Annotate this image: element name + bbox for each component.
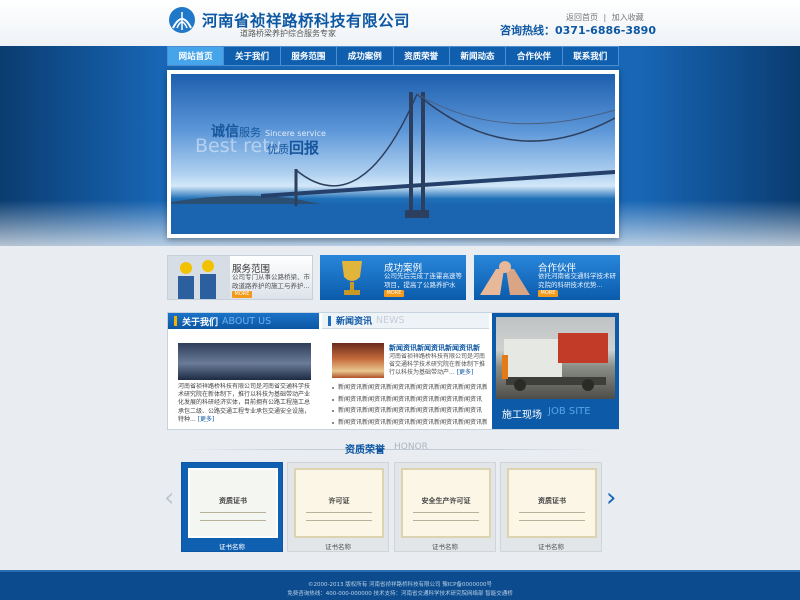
nav-item-cases[interactable]: 成功案例	[337, 47, 394, 65]
about-text: 河南省祯祥路桥科技有限公司是河南省交通科学技术研究院在新体制下，推行以科技为基础…	[178, 383, 311, 423]
news-feature-image[interactable]	[332, 343, 384, 378]
footer-copyright: ©2000-2013 版权所有 河南省祯祥路桥科技有限公司 豫ICP备00000…	[308, 582, 492, 588]
more-button[interactable]: MORE	[232, 291, 252, 298]
cert-line	[306, 512, 372, 513]
carousel-next-arrow-icon[interactable]: ›	[606, 485, 616, 511]
footer: ©2000-2013 版权所有 河南省祯祥路桥科技有限公司 豫ICP备00000…	[0, 570, 800, 600]
cert-line	[200, 520, 266, 521]
cert-doc-title: 安全生产许可证	[421, 497, 471, 505]
cert-label: 证书名称	[219, 543, 245, 551]
honor-cert[interactable]: 资质证书 证书名称	[500, 462, 602, 552]
news-item[interactable]: 新闻资讯新闻资讯新闻资讯新闻资讯新闻资讯新闻资讯新闻	[332, 382, 487, 394]
carousel-prev-arrow-icon[interactable]: ‹	[164, 485, 174, 511]
home-link[interactable]: 返回首页	[566, 13, 598, 22]
more-button[interactable]: MORE	[538, 290, 558, 297]
honor-cert[interactable]: 许可证 证书名称	[287, 462, 389, 552]
promo-services[interactable]: 服务范围 公司专门从事公路桥梁、市政道路养护的施工与养护... MORE	[167, 255, 313, 300]
header: 河南省祯祥路桥科技有限公司 道路桥梁养护综合服务专家 返回首页 | 加入收藏 咨…	[0, 0, 800, 46]
nav-item-home[interactable]: 网站首页	[168, 47, 225, 65]
news-more-link[interactable]: [更多]	[457, 369, 474, 376]
nav-item-news[interactable]: 新闻动态	[450, 47, 507, 65]
nav-item-honor[interactable]: 资质荣誉	[394, 47, 450, 65]
news-item[interactable]: 新闻资讯新闻资讯新闻资讯新闻资讯新闻资讯新闻资讯	[332, 394, 487, 406]
honor-title-en: HONOR	[394, 442, 428, 452]
about-header: 关于我们 ABOUT US	[168, 313, 319, 329]
honor-cert[interactable]: 安全生产许可证 证书名称	[394, 462, 496, 552]
cert-doc-title: 资质证书	[538, 497, 566, 505]
workers-image	[168, 256, 230, 299]
news-title-en: NEWS	[376, 315, 405, 326]
honor-title: 资质荣誉	[345, 445, 385, 456]
honor-cert[interactable]: 资质证书 证书名称	[181, 462, 283, 552]
cert-label: 证书名称	[432, 543, 458, 551]
nav-item-partners[interactable]: 合作伙伴	[506, 47, 563, 65]
hotline: 咨询热线：0371-6886-3890	[500, 24, 656, 37]
paving-machine-image	[502, 333, 608, 391]
cert-line	[519, 512, 585, 513]
job-site-image	[496, 317, 615, 399]
nav-item-contact[interactable]: 联系我们	[563, 47, 618, 65]
promo-desc: 依托河南省交通科学技术研究院的科研技术优势...	[538, 272, 616, 289]
news-feature-text: 河南省祯祥路桥科技有限公司是河南省交通科学技术研究院在新体制下推行以科技为基础带…	[389, 353, 485, 377]
cert-label: 证书名称	[325, 543, 351, 551]
cert-doc-title: 许可证	[328, 497, 350, 505]
promo-cases[interactable]: 成功案例 公司先后完成了连霍高速等项目，提高了公路养护水平... MORE	[320, 255, 466, 300]
about-more-link[interactable]: [更多]	[198, 416, 215, 423]
job-site-title-en: JOB SITE	[548, 406, 591, 417]
about-title[interactable]: 关于我们	[182, 315, 218, 328]
promo-desc: 公司先后完成了连霍高速等项目，提高了公路养护水平...	[384, 272, 462, 289]
news-title[interactable]: 新闻资讯	[336, 314, 372, 327]
link-separator: |	[603, 13, 607, 22]
handshake-icon	[480, 261, 530, 295]
cert-line	[413, 520, 479, 521]
cert-image: 许可证	[294, 468, 384, 538]
cert-line	[519, 520, 585, 521]
company-slogan: 道路桥梁养护综合服务专家	[240, 29, 336, 38]
news-feature-title[interactable]: 新闻资讯新闻资讯新闻资讯新	[389, 343, 480, 353]
cert-line	[306, 520, 372, 521]
job-site-title: 施工现场	[502, 410, 542, 421]
cert-image: 安全生产许可证	[401, 468, 491, 538]
footer-contact: 免费咨询热线：400-000-000000 技术支持：河南省交通科学技术研究院网…	[287, 591, 513, 597]
cert-doc-title: 资质证书	[219, 497, 247, 505]
cert-line	[200, 512, 266, 513]
main-nav: 网站首页 关于我们 服务范围 成功案例 资质荣誉 新闻动态 合作伙伴 联系我们	[167, 46, 619, 66]
news-header: 新闻资讯 NEWS	[322, 313, 489, 329]
cert-image: 资质证书	[188, 468, 278, 538]
header-bar	[328, 315, 331, 326]
news-item[interactable]: 新闻资讯新闻资讯新闻资讯新闻资讯新闻资讯新闻资讯新闻	[332, 417, 487, 429]
news-list: 新闻资讯新闻资讯新闻资讯新闻资讯新闻资讯新闻资讯新闻 新闻资讯新闻资讯新闻资讯新…	[332, 382, 487, 428]
cert-image: 资质证书	[507, 468, 597, 538]
promo-desc: 公司专门从事公路桥梁、市政道路养护的施工与养护...	[232, 273, 310, 290]
trophy-icon	[342, 261, 362, 295]
news-item[interactable]: 新闻资讯新闻资讯新闻资讯新闻资讯新闻资讯新闻资讯	[332, 405, 487, 417]
cert-line	[413, 512, 479, 513]
banner-slogan-2: 优质回报	[267, 139, 320, 157]
job-site-panel[interactable]: 施工现场 JOB SITE	[492, 313, 619, 429]
hero-banner[interactable]: 诚信服务 Sincere service Best retu 优质回报	[167, 70, 619, 238]
company-logo-icon[interactable]	[168, 6, 196, 34]
about-image[interactable]	[178, 343, 311, 380]
about-title-en: ABOUT US	[222, 315, 272, 327]
cert-label: 证书名称	[538, 543, 564, 551]
nav-item-services[interactable]: 服务范围	[281, 47, 338, 65]
add-favorite-link[interactable]: 加入收藏	[612, 13, 644, 22]
promo-partners[interactable]: 合作伙伴 依托河南省交通科学技术研究院的科研技术优势... MORE	[474, 255, 620, 300]
content-panel: 关于我们 ABOUT US 河南省祯祥路桥科技有限公司是河南省交通科学技术研究院…	[167, 312, 619, 430]
header-bar	[174, 316, 177, 326]
nav-item-about[interactable]: 关于我们	[224, 47, 281, 65]
more-button[interactable]: MORE	[384, 290, 404, 297]
